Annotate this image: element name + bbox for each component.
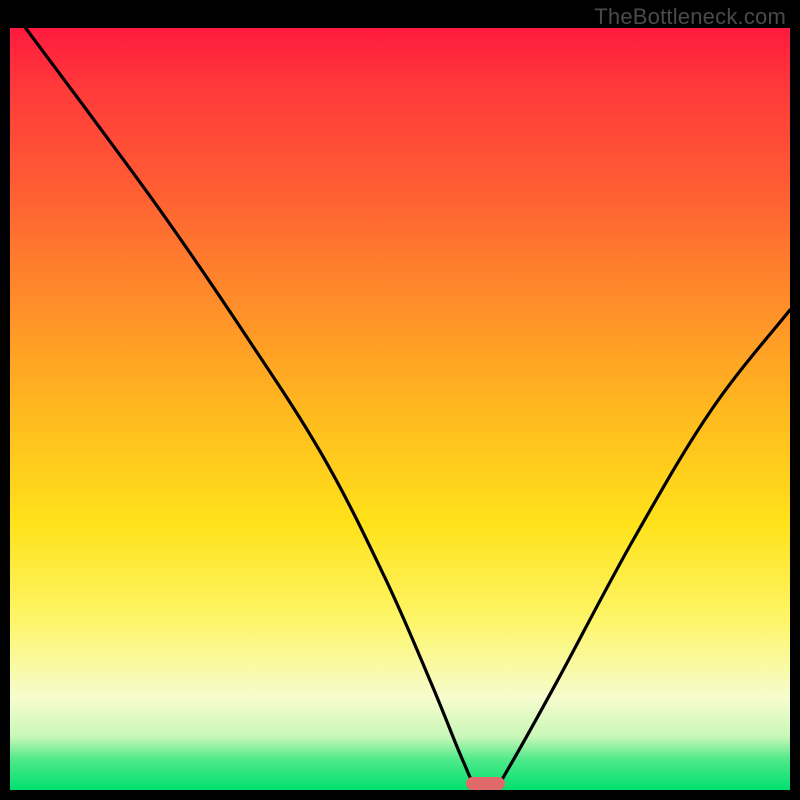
min-marker <box>466 777 505 790</box>
chart-frame: TheBottleneck.com <box>0 0 800 800</box>
gradient-plot-area <box>10 28 790 790</box>
curve-path <box>26 28 790 790</box>
bottleneck-curve <box>10 28 790 790</box>
attribution-text: TheBottleneck.com <box>594 4 786 30</box>
